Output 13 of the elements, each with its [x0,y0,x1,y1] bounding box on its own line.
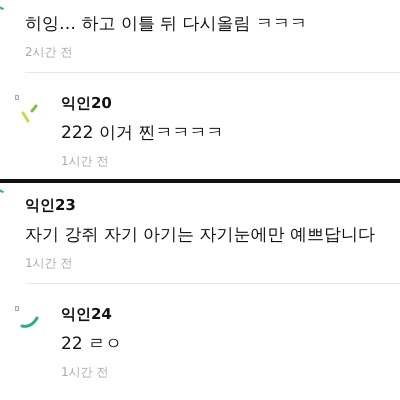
timestamp: 2시간 전 [25,44,74,60]
reply-icon [15,95,19,100]
comment-text: 22 ㄹㅇ [61,333,122,356]
reply-icon [15,306,19,311]
timestamp: 1시간 전 [61,364,110,380]
author-name: 익인23 [25,195,77,215]
author-name: 익인20 [61,93,113,113]
comment-text: 자기 강쥐 자기 아기는 자기눈에만 예쁘답니다 [25,224,376,247]
comment-text: 히잉… 하고 이틀 뒤 다시올림 ㅋㅋㅋ [25,13,308,36]
author-name: 익인24 [61,304,113,324]
timestamp: 1시간 전 [25,255,74,271]
timestamp: 1시간 전 [61,153,110,169]
comment-text: 222 이거 찐ㅋㅋㅋㅋ [61,122,224,145]
